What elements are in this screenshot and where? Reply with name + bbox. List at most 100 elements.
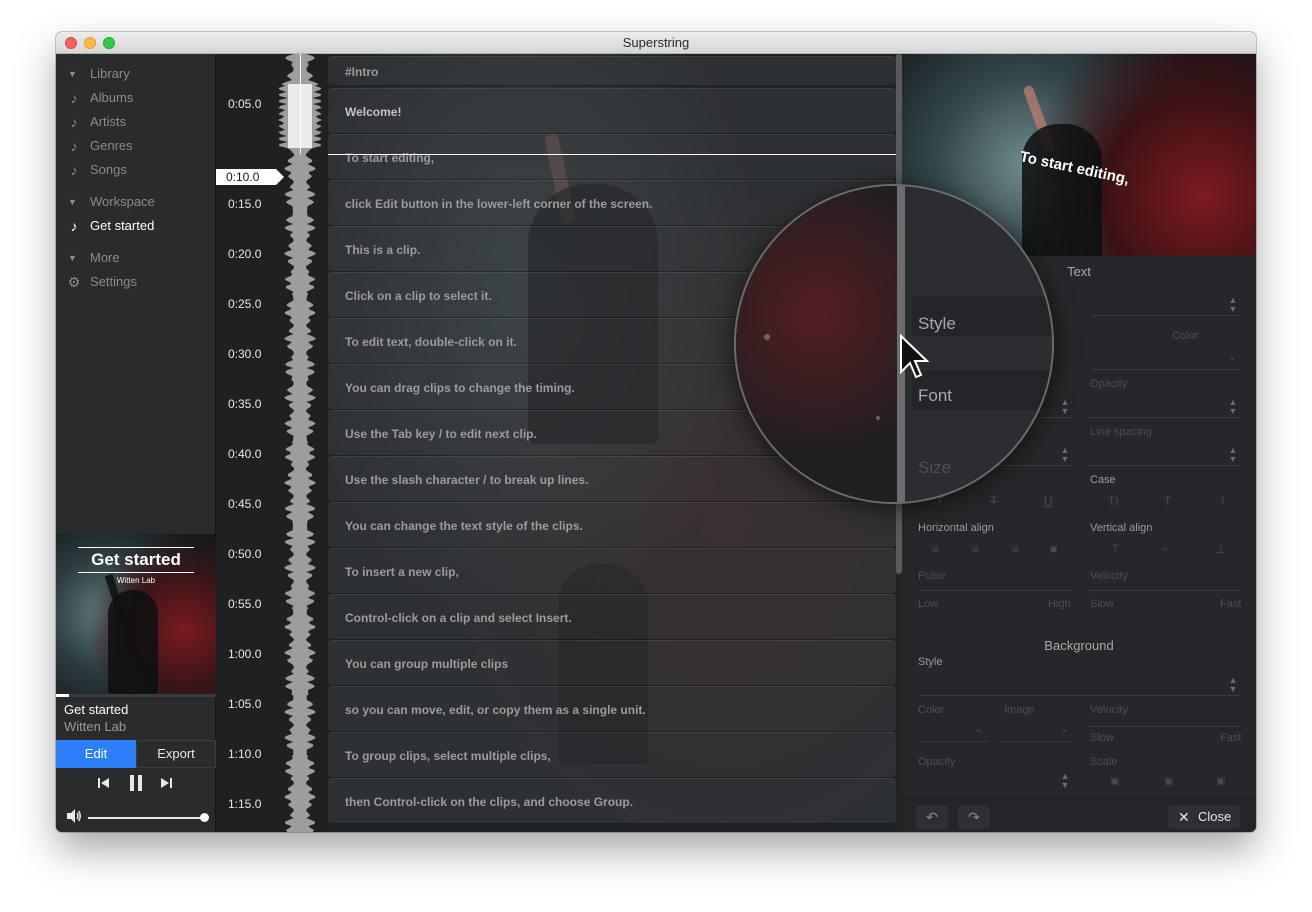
clip-text: so you can move, edit, or copy them as a… — [345, 703, 646, 717]
align-top-icon[interactable]: ⊤ — [1110, 542, 1120, 556]
background-style-select[interactable]: ▲ ▼ — [918, 672, 1242, 696]
clip-item[interactable]: Control-click on a clip and select Inser… — [328, 594, 896, 640]
clip-item[interactable]: Welcome! — [328, 88, 896, 134]
align-right-icon[interactable]: ≡ — [1012, 542, 1019, 556]
clip-text: click Edit button in the lower-left corn… — [345, 197, 653, 211]
undo-icon: ↶ — [926, 809, 938, 825]
background-scale-label: Scale — [1090, 756, 1118, 768]
clip-item[interactable]: You can group multiple clips — [328, 640, 896, 686]
align-center-icon[interactable]: ≡ — [972, 542, 979, 556]
high-label: High — [1048, 598, 1071, 610]
close-icon: ✕ — [1178, 809, 1190, 825]
color-label: Color — [1172, 330, 1199, 342]
gear-icon: ⚙ — [67, 274, 81, 290]
redo-button[interactable]: ↷ — [958, 805, 990, 829]
up-down-arrows-icon: ▲ ▼ — [1060, 397, 1070, 416]
velocity-label: Velocity — [1090, 570, 1128, 582]
timeline-tick: 1:00.0 — [228, 647, 262, 661]
align-justify-icon[interactable]: ■ — [1050, 542, 1057, 556]
playhead-time[interactable]: 0:10.0 — [216, 169, 284, 185]
sidebar-item-genres[interactable]: ♪ Genres — [56, 134, 216, 158]
clip-item[interactable]: To group clips, select multiple clips, — [328, 732, 896, 778]
text-style-select[interactable]: ▲ ▼ — [1092, 292, 1242, 316]
pause-icon[interactable] — [126, 774, 146, 794]
sidebar-section-library[interactable]: ▼ Library — [56, 62, 216, 86]
redo-icon: ↷ — [968, 809, 980, 825]
text-color-select[interactable]: ⌄ — [1092, 346, 1242, 370]
clip-text: Use the slash character / to break up li… — [345, 473, 589, 487]
scale-small-icon[interactable]: ▣ — [1110, 776, 1119, 787]
zoom-window-button[interactable] — [103, 37, 115, 49]
clip-item[interactable]: To insert a new clip, — [328, 548, 896, 594]
clip-text: You can group multiple clips — [345, 657, 509, 671]
timeline-tick: 0:05.0 — [228, 97, 262, 111]
up-down-arrows-icon: ▲ ▼ — [1060, 771, 1070, 790]
lowercase-icon[interactable]: T — [1220, 496, 1226, 506]
close-window-button[interactable] — [65, 37, 77, 49]
clip-group-header[interactable]: #Intro — [328, 56, 896, 86]
sidebar-item-get-started[interactable]: ♪ Get started — [56, 214, 216, 238]
clip-text: Welcome! — [345, 105, 402, 119]
timeline-tick: 1:05.0 — [228, 697, 262, 711]
sidebar-section-more[interactable]: ▼ More — [56, 246, 216, 270]
edit-button[interactable]: Edit — [56, 740, 136, 768]
timeline-tick: 0:50.0 — [228, 547, 262, 561]
progress-fill — [56, 694, 69, 697]
export-button[interactable]: Export — [136, 740, 216, 768]
music-note-icon: ♪ — [70, 90, 78, 106]
close-button[interactable]: ✕ Close — [1168, 805, 1240, 829]
scale-large-icon[interactable]: ▣ — [1216, 776, 1225, 787]
background-image-select[interactable]: ⌄ — [1002, 718, 1074, 742]
timeline-tick: 1:10.0 — [228, 747, 262, 761]
minimize-window-button[interactable] — [84, 37, 96, 49]
line-spacing-label: Line spacing — [1090, 426, 1152, 438]
align-bottom-icon[interactable]: ⊥ — [1216, 542, 1226, 556]
align-middle-icon[interactable]: ÷ — [1162, 542, 1169, 556]
background-opacity-field[interactable]: ▲ ▼ — [918, 766, 1074, 790]
sidebar-item-artists[interactable]: ♪ Artists — [56, 110, 216, 134]
line-spacing-field[interactable]: ▲ ▼ — [1090, 442, 1242, 466]
clip-text: To group clips, select multiple clips, — [345, 749, 551, 763]
speaker-icon[interactable] — [66, 808, 81, 824]
pulse-slider[interactable] — [918, 590, 1072, 591]
clip-item[interactable]: so you can move, edit, or copy them as a… — [328, 686, 896, 732]
text-opacity-field[interactable]: ▲ ▼ — [1090, 394, 1242, 418]
title-bar: Superstring — [56, 32, 1256, 54]
clip-item[interactable]: You can change the text style of the cli… — [328, 502, 896, 548]
timeline-tick: 0:30.0 — [228, 347, 262, 361]
size-label: Size — [918, 458, 952, 477]
timeline-tick: 1:15.0 — [228, 797, 262, 811]
previous-track-icon[interactable] — [96, 776, 112, 792]
clip-text: To edit text, double-click on it. — [345, 335, 517, 349]
scale-medium-icon[interactable]: ▣ — [1164, 776, 1173, 787]
clip-text: Control-click on a clip and select Inser… — [345, 611, 572, 625]
sidebar-item-songs[interactable]: ♪ Songs — [56, 158, 216, 182]
volume-slider-knob[interactable] — [200, 813, 209, 822]
velocity-slider[interactable] — [1090, 590, 1242, 591]
next-track-icon[interactable] — [158, 776, 174, 792]
style-label: Style — [918, 314, 956, 333]
sidebar-item-albums[interactable]: ♪ Albums — [56, 86, 216, 110]
case-label: Case — [1090, 474, 1116, 486]
uppercase-icon[interactable]: T — [1164, 494, 1171, 508]
undo-button[interactable]: ↶ — [916, 805, 948, 829]
title-case-icon[interactable]: Tt — [1108, 494, 1119, 508]
sidebar-item-settings[interactable]: ⚙ Settings — [56, 270, 216, 294]
horizontal-align-label: Horizontal align — [918, 522, 994, 534]
clip-item[interactable]: To start editing, — [328, 134, 896, 180]
now-playing-artist: Witten Lab — [64, 719, 127, 734]
fast-label: Fast — [1220, 598, 1242, 610]
clip-text: To start editing, — [345, 151, 435, 165]
background-color-select[interactable]: ⌄ — [918, 718, 988, 742]
align-left-icon[interactable]: ≡ — [932, 542, 939, 556]
playback-progress[interactable] — [56, 694, 216, 697]
background-velocity-slider[interactable] — [1090, 726, 1242, 727]
volume-slider[interactable] — [88, 817, 206, 819]
music-note-icon: ♪ — [70, 138, 78, 154]
clip-item[interactable]: then Control-click on the clips, and cho… — [328, 778, 896, 824]
background-image-label: Image — [1004, 704, 1035, 716]
timeline-ruler[interactable]: 0:10.0 0:05.0 0:15.0 0:20.0 0:25.0 0:30.0 0:3… — [216, 54, 328, 832]
album-cover: Get started Witten Lab — [56, 534, 216, 694]
sidebar-section-workspace[interactable]: ▼ Workspace — [56, 190, 216, 214]
clip-text: You can change the text style of the cli… — [345, 519, 583, 533]
